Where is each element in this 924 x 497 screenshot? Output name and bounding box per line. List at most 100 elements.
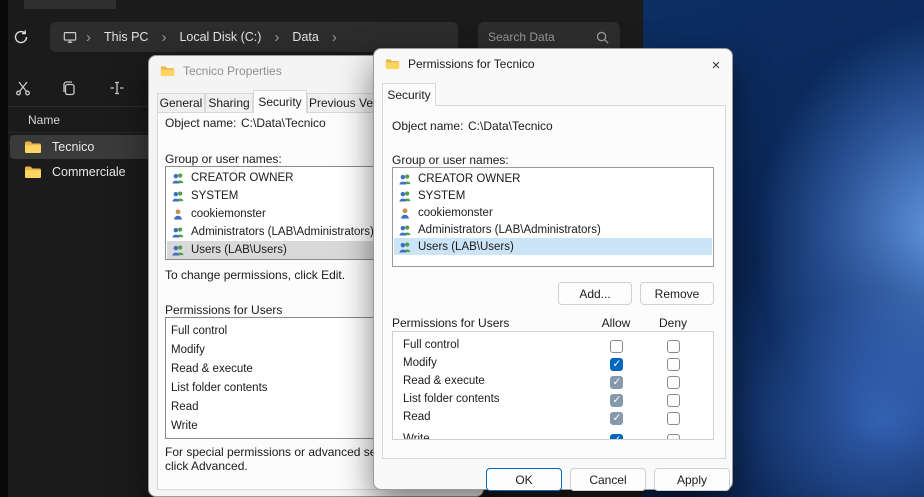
permission-name: List folder contents — [403, 393, 500, 405]
cut-button[interactable] — [12, 77, 34, 99]
breadcrumb-chevron-icon: › — [272, 30, 281, 45]
tab-sharing[interactable]: Sharing — [205, 93, 253, 113]
user-icon — [171, 208, 185, 220]
add-button[interactable]: Add... — [558, 282, 632, 305]
allow-checkbox[interactable] — [610, 376, 623, 389]
group-icon — [171, 226, 185, 238]
folder-icon — [24, 165, 42, 179]
permission-name: Write — [403, 433, 430, 440]
permission-row-read: Read — [393, 410, 713, 428]
folder-icon — [160, 65, 175, 77]
list-item[interactable]: SYSTEM — [394, 187, 712, 204]
deny-checkbox[interactable] — [667, 340, 680, 353]
tab-label: General — [160, 96, 203, 110]
group-name: CREATOR OWNER — [418, 173, 520, 185]
list-item[interactable]: cookiemonster — [394, 204, 712, 221]
copy-icon — [60, 79, 78, 97]
group-name: cookiemonster — [191, 208, 266, 220]
apply-button[interactable]: Apply — [654, 468, 730, 491]
tab-label: Sharing — [208, 96, 249, 110]
window-edge — [0, 0, 8, 497]
refresh-icon — [13, 29, 29, 45]
button-label: Add... — [579, 287, 610, 301]
tab-security[interactable]: Security — [253, 90, 307, 113]
ok-button[interactable]: OK — [486, 468, 562, 491]
dialog-title: Permissions for Tecnico — [408, 57, 535, 71]
advanced-hint-line1: For special permissions or advanced sett… — [165, 445, 399, 459]
deny-checkbox[interactable] — [667, 412, 680, 425]
cancel-button[interactable]: Cancel — [570, 468, 646, 491]
permissions-dialog: Permissions for Tecnico × Security Objec… — [373, 48, 733, 490]
permissions-checklist[interactable]: Full control Modify Read & execute List … — [392, 331, 714, 440]
permission-name: Modify — [403, 357, 437, 369]
deny-checkbox[interactable] — [667, 434, 680, 440]
breadcrumb-chevron-icon: › — [84, 30, 93, 45]
allow-checkbox[interactable] — [610, 412, 623, 425]
deny-checkbox[interactable] — [667, 376, 680, 389]
list-item-selected[interactable]: Users (LAB\Users) — [394, 238, 712, 255]
breadcrumb-local-disk[interactable]: Local Disk (C:) — [174, 30, 266, 44]
object-name-label: Object name: — [165, 116, 236, 130]
deny-checkbox[interactable] — [667, 358, 680, 371]
close-button[interactable]: × — [704, 53, 728, 77]
group-icon — [171, 172, 185, 184]
button-label: OK — [515, 473, 532, 487]
breadcrumb-this-pc[interactable]: This PC — [99, 30, 153, 44]
breadcrumb-data[interactable]: Data — [287, 30, 323, 44]
allow-checkbox[interactable] — [610, 340, 623, 353]
object-name-label: Object name: — [392, 119, 463, 133]
tab-general[interactable]: General — [157, 93, 205, 113]
cut-icon — [14, 79, 32, 97]
column-header-name[interactable]: Name — [28, 113, 60, 127]
file-name: Tecnico — [52, 140, 94, 154]
group-name: Users (LAB\Users) — [418, 241, 514, 253]
tab-security[interactable]: Security — [382, 83, 436, 106]
list-item[interactable]: Administrators (LAB\Administrators) — [394, 221, 712, 238]
permission-name: Read — [403, 411, 431, 423]
group-icon — [398, 173, 412, 185]
group-names-list[interactable]: CREATOR OWNER SYSTEM cookiemonster Admin… — [392, 167, 714, 267]
search-icon — [595, 30, 610, 45]
permission-name: Full control — [403, 339, 459, 351]
button-label: Remove — [655, 287, 700, 301]
permissions-dialog-titlebar: Permissions for Tecnico — [374, 49, 732, 79]
button-label: Apply — [677, 473, 707, 487]
deny-column-header: Deny — [653, 316, 693, 330]
user-icon — [398, 207, 412, 219]
group-icon — [171, 190, 185, 202]
remove-button[interactable]: Remove — [640, 282, 714, 305]
allow-column-header: Allow — [596, 316, 636, 330]
close-icon: × — [712, 57, 721, 74]
deny-checkbox[interactable] — [667, 394, 680, 407]
folder-icon — [24, 140, 42, 154]
edit-hint: To change permissions, click Edit. — [165, 268, 345, 282]
folder-icon — [385, 58, 400, 70]
group-icon — [398, 190, 412, 202]
file-name: Commerciale — [52, 165, 126, 179]
search-input[interactable] — [488, 30, 589, 44]
rename-button[interactable] — [106, 77, 128, 99]
explorer-tab[interactable] — [24, 0, 116, 9]
group-names-label: Group or user names: — [165, 152, 282, 166]
group-icon — [171, 244, 185, 256]
permissions-for-label: Permissions for Users — [392, 316, 509, 330]
group-names-label: Group or user names: — [392, 153, 509, 167]
dialog-title: Tecnico Properties — [183, 64, 282, 78]
group-name: Administrators (LAB\Administrators) — [191, 226, 374, 238]
refresh-button[interactable] — [12, 28, 30, 46]
object-name-value: C:\Data\Tecnico — [468, 119, 553, 133]
copy-button[interactable] — [58, 77, 80, 99]
group-name: Administrators (LAB\Administrators) — [418, 224, 601, 236]
allow-checkbox[interactable] — [610, 434, 623, 440]
permission-row-full-control: Full control — [393, 338, 713, 356]
group-name: Users (LAB\Users) — [191, 244, 287, 256]
group-icon — [398, 241, 412, 253]
rename-icon — [108, 79, 126, 97]
permission-row-list-folder: List folder contents — [393, 392, 713, 410]
list-item[interactable]: CREATOR OWNER — [394, 170, 712, 187]
permission-row-modify: Modify — [393, 356, 713, 374]
group-name: cookiemonster — [418, 207, 493, 219]
permission-row-read-execute: Read & execute — [393, 374, 713, 392]
allow-checkbox[interactable] — [610, 394, 623, 407]
allow-checkbox[interactable] — [610, 358, 623, 371]
